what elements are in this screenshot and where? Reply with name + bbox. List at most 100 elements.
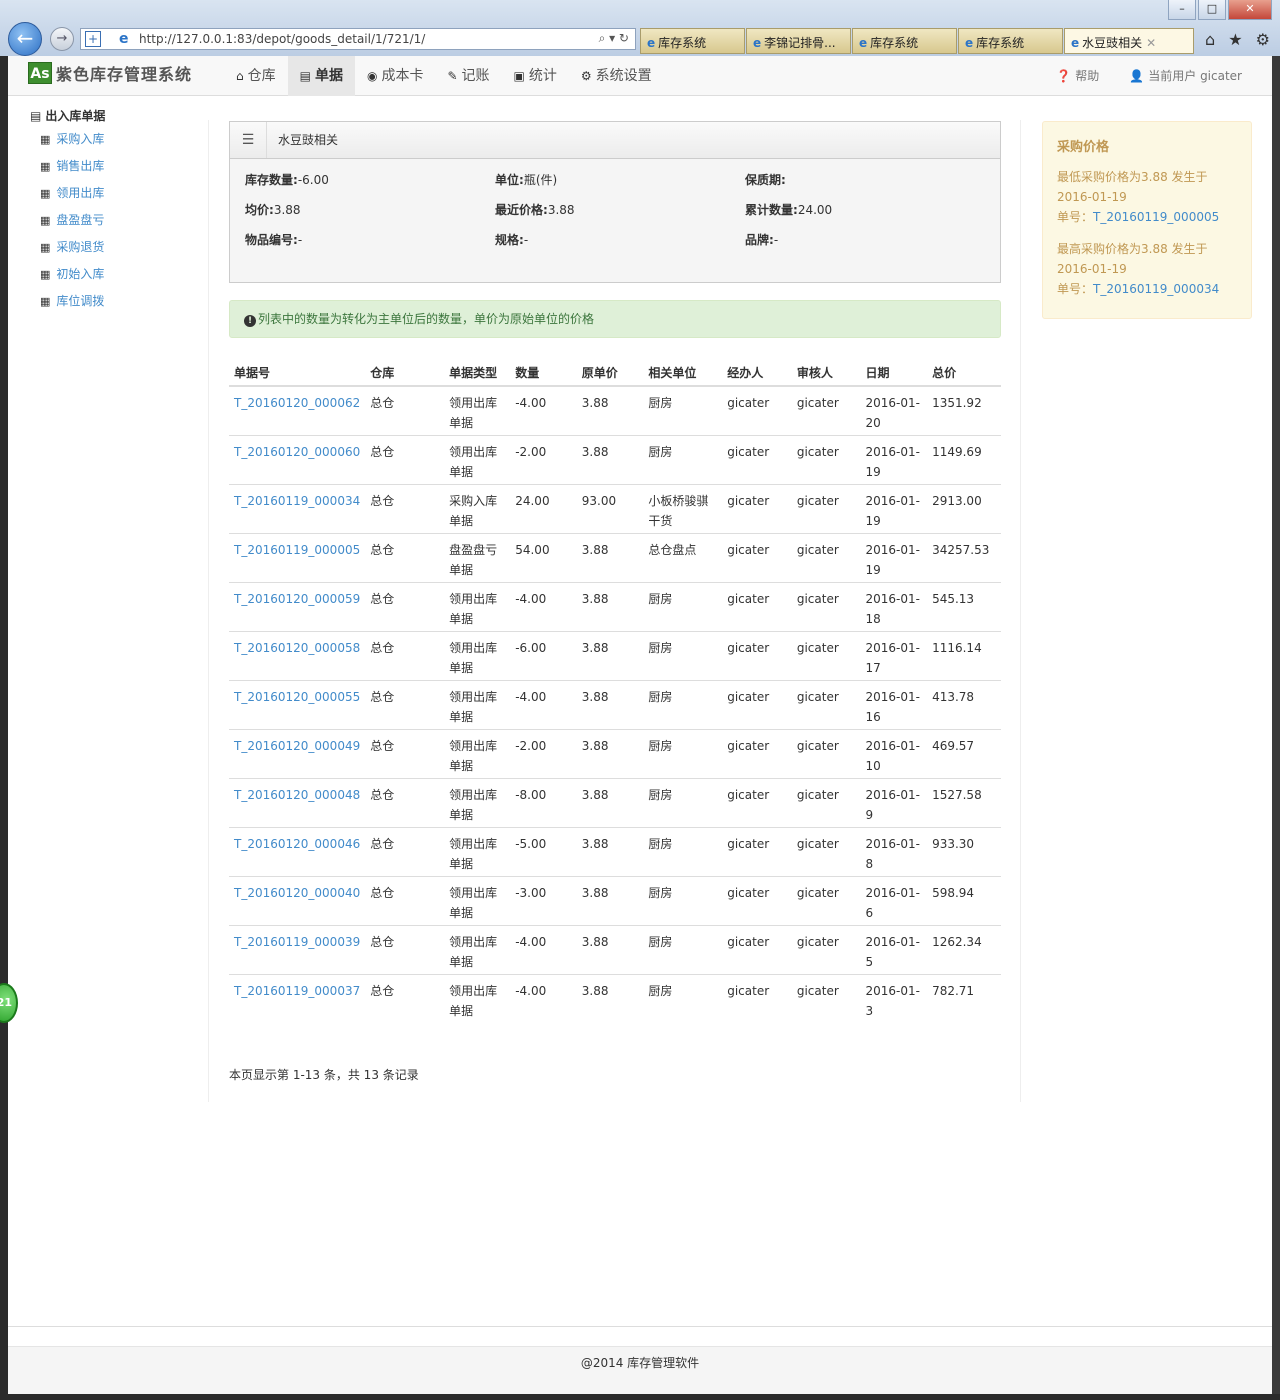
table-cell: gicater [791,532,861,582]
table-cell: 领用出库单据 [444,434,511,484]
min-price-order-link[interactable]: T_20160119_000005 [1093,210,1219,224]
info-label: 单位: [495,173,524,187]
close-window-button[interactable]: ✕ [1228,0,1272,20]
sidebar-item[interactable]: ▦ 初始入库 [30,261,200,288]
table-cell: 领用出库单据 [444,777,511,827]
table-cell: 总仓盘点 [643,532,723,582]
close-tab-icon[interactable]: ✕ [1146,36,1156,50]
info-label: 规格: [495,233,524,247]
records-table: 单据号 仓库 单据类型 数量 原单价 相关单位 经办人 审核人 日期 总价 T_20160120_… [229,360,1001,1023]
table-cell: 933.30 [927,826,1001,876]
browser-tab-label: 李锦记排骨... [764,36,836,50]
browser-tab[interactable]: e 水豆豉相关 ✕ [1064,28,1194,54]
table-cell: 领用出库单据 [444,973,511,1023]
table-cell: 3.88 [576,826,644,876]
window-edge [1272,56,1280,1394]
security-shield-icon[interactable]: + [85,31,101,47]
table-cell: 1116.14 [927,630,1001,680]
table-cell: -2.00 [510,728,577,778]
eye-icon: ◉ [366,69,378,83]
current-user-link[interactable]: 👤 当前用户 gicater [1129,56,1242,96]
search-refresh-icons[interactable]: ⌕ ▾ ↻ [599,31,629,46]
sidebar-item[interactable]: ▦ 采购入库 [30,126,200,153]
browser-toolbar-right: ⌂ ★ ⚙ [1197,30,1270,49]
settings-gear-icon[interactable]: ⚙ [1256,30,1270,49]
back-button[interactable]: ← [8,22,42,56]
table-cell: gicater [722,826,792,876]
home-icon[interactable]: ⌂ [1205,30,1215,49]
order-number-link[interactable]: T_20160120_000048 [229,777,366,827]
table-cell: 2016-01-20 [865,396,920,430]
table-row: T_20160120_000060 总仓 领用出库单据 -2.00 3.88 厨房 gica… [229,434,1001,484]
table-cell: 厨房 [643,973,723,1023]
brand[interactable]: As 紫色库存管理系统 [28,61,192,85]
forward-button[interactable]: → [50,27,74,51]
browser-chrome: – □ ✕ ← → + e http://127.0.0.1:83/depot/… [0,0,1280,56]
menu-item-4[interactable]: ✎ 记账 [435,56,501,96]
order-number-link[interactable]: T_20160120_000055 [229,679,366,729]
info-row: 物品编号:- 规格:- 品牌:- [245,230,995,260]
info-value: 24.00 [797,203,833,217]
menu-item-6[interactable]: ⚙ 系统设置 [569,56,664,96]
table-cell: 2016-01-19 [860,483,928,533]
table-cell: 3.88 [576,875,644,925]
sidebar-item[interactable]: ▦ 盘盈盘亏 [30,207,200,234]
table-cell: 领用出库单据 [444,679,511,729]
max-price-order-link[interactable]: T_20160119_000034 [1093,282,1219,296]
sidebar-item-label: 盘盈盘亏 [56,213,105,227]
order-number-link[interactable]: T_20160120_000062 [229,386,365,435]
sidebar-item[interactable]: ▦ 采购退货 [30,234,200,261]
order-number-link[interactable]: T_20160119_000039 [229,924,366,974]
table-cell: 2913.00 [927,483,1001,533]
table-row: T_20160119_000037 总仓 领用出库单据 -4.00 3.88 厨房 gica… [229,973,1001,1023]
menu-item-1[interactable]: ⌂ 仓库 [224,56,288,96]
browser-tab[interactable]: e 库存系统 [958,28,1063,54]
order-number-link[interactable]: T_20160119_000037 [229,973,366,1023]
table-cell: -4.00 [510,581,577,631]
order-number-link[interactable]: T_20160120_000059 [229,581,366,631]
order-number-link[interactable]: T_20160120_000058 [229,630,366,680]
menu-item-2[interactable]: ▤ 单据 [287,56,355,96]
table-cell: -4.00 [510,679,577,729]
menu-item-label: 成本卡 [381,68,424,84]
favorites-star-icon[interactable]: ★ [1228,30,1242,49]
column-header: 单据类型 [444,360,511,387]
browser-tab[interactable]: e 库存系统 [852,28,957,54]
sidebar-item[interactable]: ▦ 销售出库 [30,153,200,180]
order-number-link[interactable]: T_20160119_000005 [229,532,366,582]
sidebar-item[interactable]: ▦ 库位调拨 [30,288,200,315]
maximize-button[interactable]: □ [1198,0,1226,20]
ie-tab-icon: e [965,36,974,50]
address-bar[interactable]: + e http://127.0.0.1:83/depot/goods_deta… [80,28,636,50]
sidebar-title: 出入库单据 [45,109,106,123]
url-text[interactable]: http://127.0.0.1:83/depot/goods_detail/1… [139,32,425,46]
table-cell: 总仓 [365,581,445,631]
order-number-link[interactable]: T_20160120_000060 [229,434,366,484]
order-number-link[interactable]: T_20160120_000046 [229,826,366,876]
help-link[interactable]: ❓ 帮助 [1056,56,1099,96]
min-price-text: 最低采购价格为3.88 发生于2016-01-19 [1057,170,1208,204]
menu-item-3[interactable]: ◉ 成本卡 [355,56,435,96]
browser-tab[interactable]: e 库存系统 [640,28,745,54]
table-cell: gicater [791,434,861,484]
info-value: -6.00 [297,173,329,187]
sidebar-item[interactable]: ▦ 领用出库 [30,180,200,207]
max-no-label: 单号： [1057,282,1094,296]
order-number-link[interactable]: T_20160120_000040 [229,875,366,925]
table-cell: 1149.69 [927,434,1001,484]
ie-tab-icon: e [859,36,868,50]
table-cell: gicater [796,396,839,410]
order-number-link[interactable]: T_20160120_000049 [229,728,366,778]
table-cell: gicater [722,728,792,778]
table-body: T_20160120_000062 总仓 领用出库单据 -4.00 3.88 厨房 gica… [229,386,1001,1023]
minimize-button[interactable]: – [1168,0,1196,20]
table-cell: 总仓 [365,434,445,484]
order-number-link[interactable]: T_20160119_000034 [229,483,366,533]
sidebar-item-label: 采购退货 [56,240,105,254]
menu-item-5[interactable]: ▣ 统计 [502,56,569,96]
table-cell: 厨房 [643,581,723,631]
browser-tab[interactable]: e 李锦记排骨... [746,28,851,54]
table-cell: 领用出库单据 [444,581,511,631]
table-cell: gicater [791,924,861,974]
table-cell: gicater [791,777,861,827]
